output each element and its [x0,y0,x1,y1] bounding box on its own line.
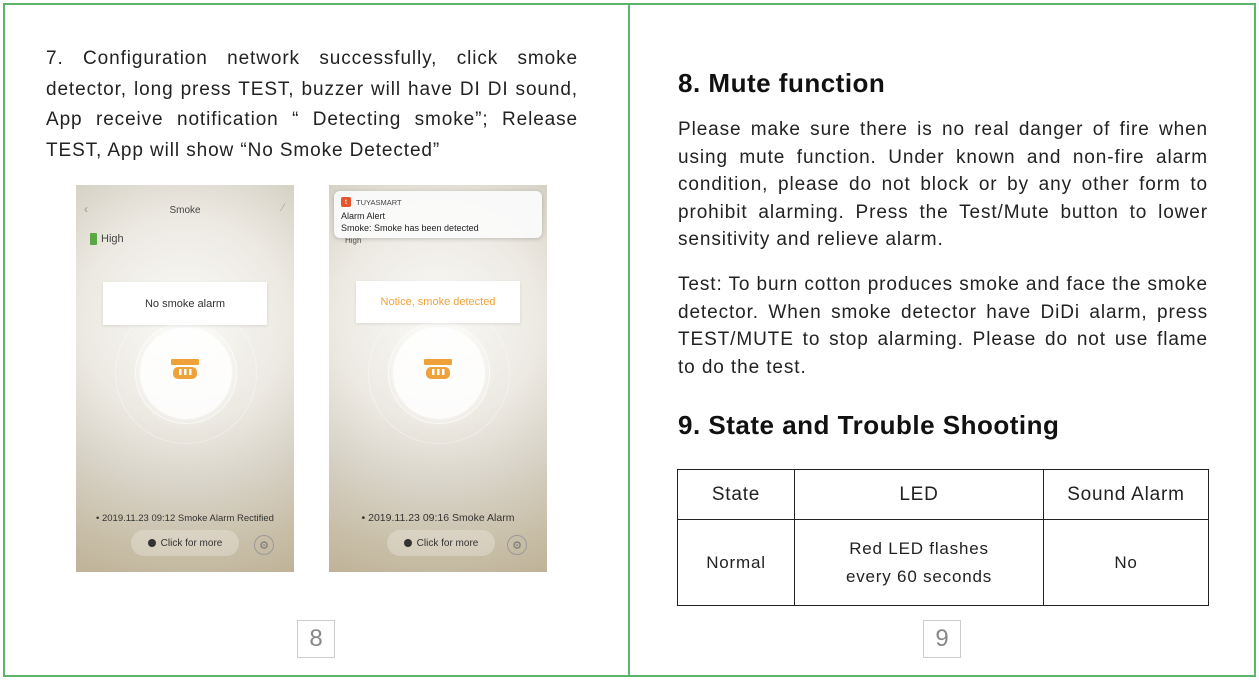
test-paragraph: Test: To burn cotton produces smoke and … [678,274,1208,378]
status-bar [76,188,294,198]
gear-icon[interactable]: ⚙ [254,535,274,555]
page-number: 9 [923,620,961,658]
status-card: Notice, smoke detected [356,281,520,323]
history-entry: • 2019.11.23 09:16 Smoke Alarm [361,512,515,524]
clock-icon [147,539,156,547]
table-header-row: State LED Sound Alarm [677,469,1209,520]
status-card: No smoke alarm [103,282,267,325]
step7-paragraph: 7. Configuration network successfully, c… [46,48,578,161]
click-for-more-label: Click for more [416,537,479,549]
click-for-more-button[interactable]: Click for more [131,530,239,556]
mute-function-heading: 8. Mute function [678,68,886,98]
smoke-detector-icon [171,359,199,379]
header-sound-alarm: Sound Alarm [1043,469,1209,520]
history-entry: • 2019.11.23 09:12 Smoke Alarm Rectified [96,513,274,524]
app-logo-icon: t [341,197,351,207]
notification-title: Alarm Alert [341,211,386,221]
state-table: State LED Sound Alarm Normal Red LED fla… [677,469,1209,606]
mute-paragraph: Please make sure there is no real danger… [678,119,1208,250]
app-screenshot-smoke-detected: High t TUYASMART Alarm Alert Smoke: Smok… [329,185,547,572]
cell-led-line2: every 60 seconds [845,566,993,586]
state-troubleshooting-heading: 9. State and Trouble Shooting [678,410,1060,440]
table-row: Normal Red LED flashes every 60 seconds … [677,519,1209,606]
nav-title: Smoke [169,205,201,216]
clock-icon [403,539,412,547]
click-for-more-label: Click for more [160,537,223,549]
edit-icon: ∕ [282,202,284,214]
click-for-more-button[interactable]: Click for more [387,530,495,556]
cell-led: Red LED flashes every 60 seconds [794,519,1044,606]
smoke-detector-icon [424,359,452,379]
notification-app: t TUYASMART [341,197,402,207]
notification-body: Smoke: Smoke has been detected [341,223,479,233]
battery-indicator: High [90,233,124,245]
cell-state: Normal [677,519,795,606]
push-notification[interactable]: t TUYASMART Alarm Alert Smoke: Smoke has… [334,191,542,238]
app-screenshot-no-smoke: ‹ Smoke ∕ High No smoke alarm • 2019.11.… [76,185,294,572]
header-led: LED [794,469,1044,520]
page-number: 8 [297,620,335,658]
cell-sound: No [1043,519,1209,606]
header-state: State [677,469,795,520]
battery-icon [90,233,97,245]
cell-led-line1: Red LED flashes [849,538,989,558]
notification-app-name: TUYASMART [356,197,402,207]
gear-icon[interactable]: ⚙ [507,535,527,555]
battery-label: High [101,233,124,245]
